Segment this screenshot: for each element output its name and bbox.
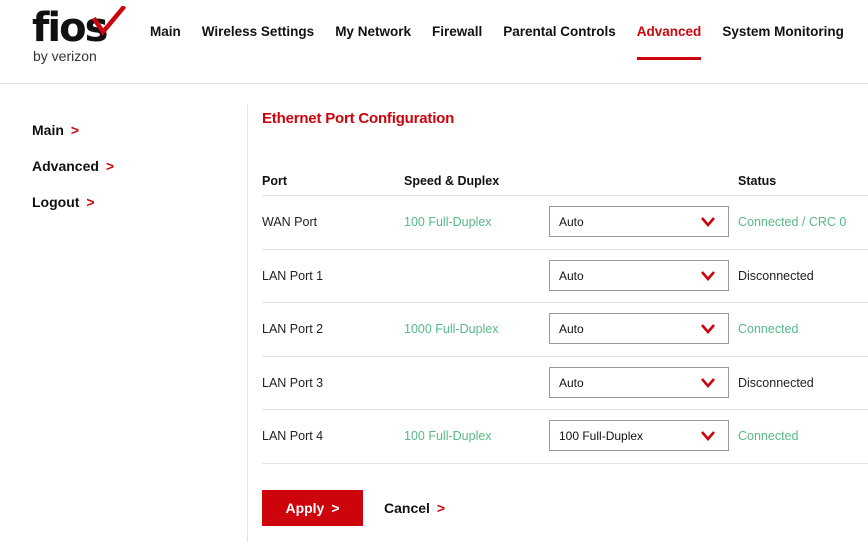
table-header: Port Speed & Duplex Status (262, 168, 868, 196)
cancel-button[interactable]: Cancel > (384, 490, 445, 526)
chevron-right-icon: > (86, 194, 95, 210)
chevron-right-icon: > (436, 500, 446, 516)
select-value: Auto (559, 322, 584, 336)
page-title: Ethernet Port Configuration (262, 110, 455, 127)
port-setting-select[interactable]: Auto (549, 206, 729, 237)
main-nav: Main Wireless Settings My Network Firewa… (150, 0, 865, 60)
sidebar-item-main[interactable]: Main > (32, 112, 212, 148)
select-value: Auto (559, 215, 584, 229)
nav-advanced[interactable]: Advanced (636, 0, 701, 60)
select-value: Auto (559, 268, 584, 283)
select-value: 100 Full-Duplex (559, 429, 644, 443)
nav-main[interactable]: Main (150, 0, 181, 60)
port-name: LAN Port 2 (262, 322, 324, 336)
chevron-right-icon: > (70, 122, 80, 138)
apply-button-label: Apply (285, 500, 325, 516)
port-name: LAN Port 4 (262, 429, 324, 443)
table-row: WAN Port 100 Full-Duplex Auto Connected … (262, 196, 868, 250)
header-port: Port (262, 174, 287, 188)
port-setting-select[interactable]: Auto (549, 313, 729, 344)
logo-subtitle: by verizon (33, 48, 97, 64)
port-setting-select[interactable]: Auto (549, 259, 729, 291)
header-status: Status (738, 174, 777, 188)
sidebar-item-label: Main (32, 122, 64, 138)
chevron-down-icon (701, 431, 715, 441)
nav-system-monitoring[interactable]: System Monitoring (722, 0, 844, 60)
port-name: LAN Port 3 (262, 375, 324, 390)
chevron-right-icon: > (331, 500, 340, 516)
sidebar-item-label: Logout (32, 194, 80, 210)
sidebar-divider (247, 104, 248, 542)
nav-parental-controls[interactable]: Parental Controls (503, 0, 616, 60)
port-status: Connected (738, 429, 799, 443)
table-row: LAN Port 2 1000 Full-Duplex Auto Connect… (262, 303, 868, 357)
port-name: WAN Port (262, 215, 318, 229)
port-speed: 100 Full-Duplex (404, 429, 492, 443)
port-speed: 100 Full-Duplex (404, 215, 492, 229)
chevron-down-icon (701, 377, 715, 388)
table-row: LAN Port 4 100 Full-Duplex 100 Full-Dupl… (262, 410, 868, 464)
port-status: Connected (738, 322, 799, 336)
nav-wireless-settings[interactable]: Wireless Settings (202, 0, 314, 60)
chevron-down-icon (701, 217, 715, 227)
port-name: LAN Port 1 (262, 268, 324, 283)
port-status: Disconnected (738, 375, 814, 390)
chevron-right-icon: > (105, 158, 115, 174)
top-header: fios by verizon Main Wireless Settings M… (0, 0, 868, 84)
port-table: Port Speed & Duplex Status WAN Port 100 … (262, 168, 868, 464)
chevron-down-icon (701, 324, 715, 334)
sidebar-item-advanced[interactable]: Advanced > (32, 148, 212, 184)
select-value: Auto (559, 375, 584, 390)
fios-logo[interactable]: fios by verizon (32, 4, 132, 66)
sidebar-item-label: Advanced (32, 158, 99, 174)
port-speed: 1000 Full-Duplex (404, 322, 499, 336)
apply-button[interactable]: Apply > (262, 490, 363, 526)
table-row: LAN Port 3 Auto Disconnected (262, 357, 868, 410)
sidebar: Main > Advanced > Logout > (32, 112, 212, 220)
cancel-button-label: Cancel (384, 500, 430, 516)
port-status: Connected / CRC 0 (738, 215, 847, 229)
nav-my-network[interactable]: My Network (335, 0, 411, 60)
port-setting-select[interactable]: 100 Full-Duplex (549, 420, 729, 451)
checkmark-icon (92, 6, 126, 36)
port-setting-select[interactable]: Auto (549, 366, 729, 398)
port-status: Disconnected (738, 268, 814, 283)
table-row: LAN Port 1 Auto Disconnected (262, 250, 868, 303)
nav-firewall[interactable]: Firewall (432, 0, 482, 60)
chevron-down-icon (701, 270, 715, 281)
header-speed-duplex: Speed & Duplex (404, 174, 500, 188)
sidebar-item-logout[interactable]: Logout > (32, 184, 212, 220)
